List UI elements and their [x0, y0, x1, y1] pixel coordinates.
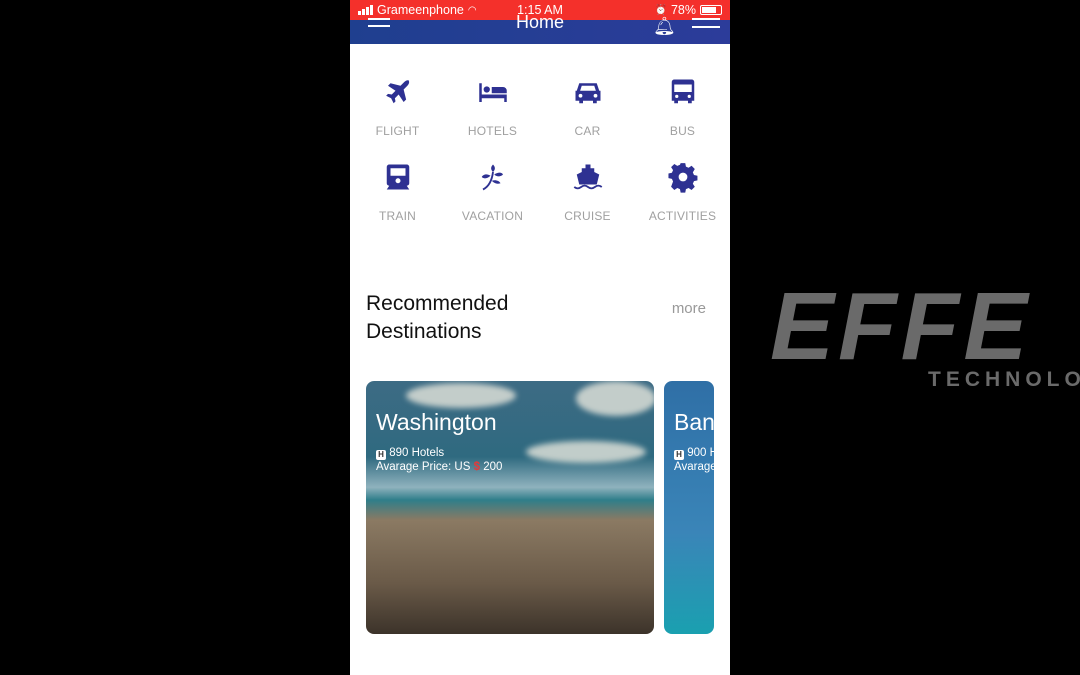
category-car[interactable]: CAR [540, 75, 635, 138]
destination-name: Washington [376, 409, 497, 435]
app-header: Home 🔔︎ [350, 12, 730, 44]
bus-icon [671, 79, 694, 104]
category-label: CAR [574, 124, 601, 138]
price: 200 [483, 461, 503, 473]
leaf-icon [481, 164, 503, 191]
price-label: Avarage [674, 461, 714, 473]
price-label: Avarage Price: US [376, 461, 471, 473]
category-label: ACTIVITIES [648, 209, 717, 223]
more-link[interactable]: more [672, 300, 706, 317]
category-vacation[interactable]: VACATION [445, 160, 540, 223]
category-label: HOTELS [467, 124, 518, 138]
category-bus[interactable]: BUS [635, 75, 730, 138]
category-activities[interactable]: ACTIVITIES [635, 160, 730, 223]
filter-icon[interactable] [692, 18, 720, 34]
category-label: FLIGHT [375, 124, 420, 138]
car-icon [575, 83, 600, 104]
gear-icon [667, 163, 697, 193]
category-label: VACATION [461, 209, 524, 223]
watermark-subtitle: TECHNOLO [928, 368, 1080, 391]
category-grid: FLIGHT HOTELS CAR BUS TRAIN VACATION CRU… [350, 75, 730, 223]
destination-name: Ban [674, 409, 714, 435]
train-icon [386, 164, 409, 190]
phone-screen: Grameenphone ◠ 1:15 AM ⏰ 78% Home 🔔︎ FLI… [350, 0, 730, 675]
category-hotels[interactable]: HOTELS [445, 75, 540, 138]
hotel-icon: H [674, 450, 684, 460]
destination-card[interactable]: Ban H 900 H Avarage [664, 381, 714, 634]
bed-icon [478, 83, 507, 102]
destination-card[interactable]: Washington H 890 Hotels Avarage Price: U… [366, 381, 654, 634]
watermark-logo: EFFE [770, 273, 1032, 380]
airplane-icon [385, 80, 409, 104]
category-train[interactable]: TRAIN [350, 160, 445, 223]
hotel-icon: H [376, 450, 386, 460]
bell-icon[interactable]: 🔔︎ [653, 16, 676, 37]
hotel-count: 890 Hotels [389, 447, 445, 459]
category-flight[interactable]: FLIGHT [350, 75, 445, 138]
category-label: CRUISE [564, 209, 611, 223]
hotel-count: 900 H [687, 447, 714, 459]
category-label: BUS [669, 124, 696, 138]
section-title: Recommended Destinations [366, 292, 509, 343]
category-label: TRAIN [379, 209, 416, 223]
ship-icon [573, 164, 602, 190]
currency-icon: $ [473, 461, 480, 473]
category-cruise[interactable]: CRUISE [540, 160, 635, 223]
